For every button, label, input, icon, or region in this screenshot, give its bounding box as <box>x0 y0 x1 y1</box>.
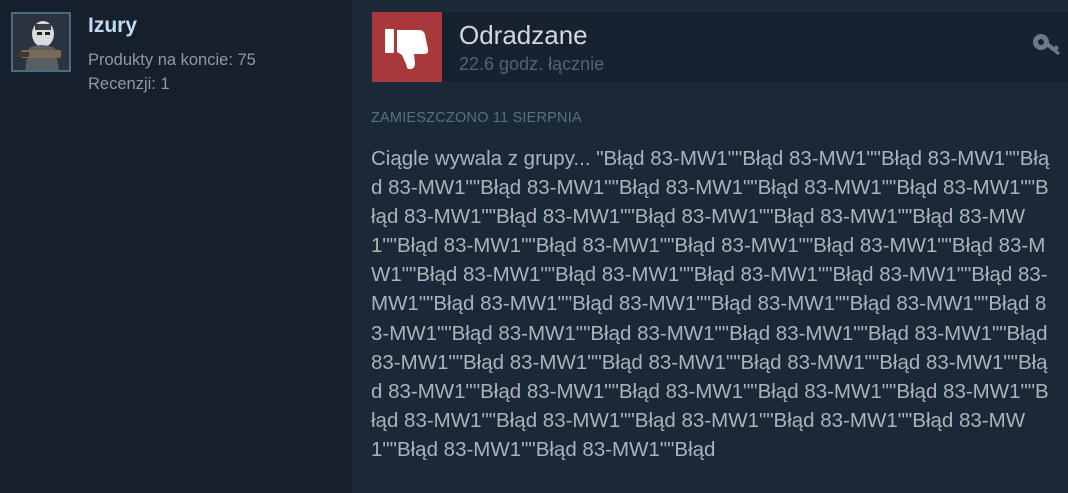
avatar-image <box>13 14 69 70</box>
thumbs-down-icon[interactable] <box>372 12 442 82</box>
review-hours: 22.6 godz. łącznie <box>459 54 605 74</box>
avatar[interactable] <box>11 12 71 72</box>
review-verdict[interactable]: Odradzane <box>459 19 588 51</box>
key-icon <box>1030 30 1064 60</box>
reviews-link[interactable]: Recenzji: 1 <box>88 75 170 93</box>
author-name[interactable]: Izury <box>88 13 137 39</box>
products-link[interactable]: Produkty na koncie: 75 <box>88 51 256 69</box>
reviews-count: Recenzji: 1 <box>88 73 170 95</box>
author-panel: Izury Produkty na koncie: 75 Recenzji: 1 <box>0 0 352 493</box>
products-count: Produkty na koncie: 75 <box>88 49 256 71</box>
review-body: Ciągle wywala z grupy... "Błąd 83-MW1""B… <box>371 147 1050 461</box>
posted-date: ZAMIESZCZONO 11 SIERPNIA <box>371 110 582 126</box>
